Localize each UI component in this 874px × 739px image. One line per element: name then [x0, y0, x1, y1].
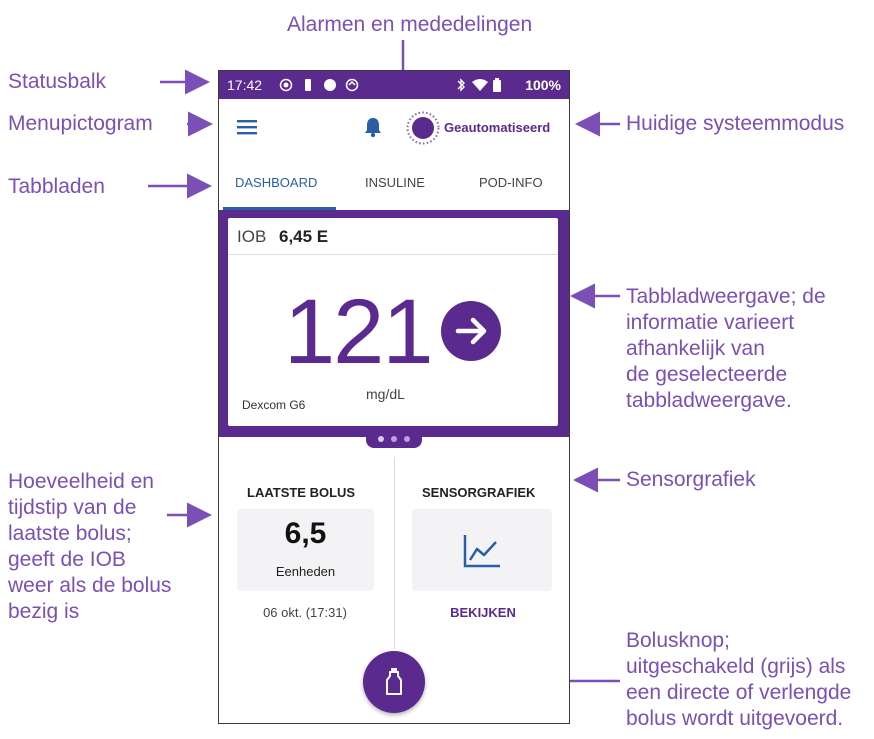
phone-screen: 17:42 100% Geautomatiseerd DASHBOARD INS… — [218, 70, 570, 724]
tab-dashboard[interactable]: DASHBOARD — [235, 175, 317, 190]
bolus-button[interactable] — [363, 651, 425, 713]
last-bolus-amount: 6,5 — [284, 517, 327, 550]
last-bolus-unit: Eenheden — [275, 564, 336, 579]
status-sync-icon — [345, 78, 359, 92]
wifi-icon — [472, 79, 488, 91]
page-dot-3 — [404, 436, 410, 442]
iob-row: IOB 6,45 E — [228, 218, 558, 255]
status-time: 17:42 — [227, 77, 263, 93]
annotation-menu-icon: Menupictogram — [8, 112, 153, 135]
annotation-tabs: Tabbladen — [8, 175, 105, 198]
bolus-icon — [386, 668, 402, 695]
status-app-icon — [279, 78, 293, 92]
status-bar: 17:42 100% — [219, 71, 569, 99]
annotation-alarms: Alarmen en mededelingen — [287, 13, 533, 36]
battery-icon — [493, 78, 501, 92]
page-dot-1 — [378, 436, 384, 442]
tab-bar: DASHBOARD INSULINE POD-INFO — [219, 157, 569, 209]
system-mode-label: Geautomatiseerd — [444, 120, 551, 135]
iob-label: IOB — [237, 227, 267, 246]
iob-value: 6,45 E — [279, 227, 329, 246]
sensor-graph-title: SENSORGRAFIEK — [422, 485, 536, 500]
annotation-statusbar: Statusbalk — [8, 70, 107, 93]
trend-arrow-right-icon — [441, 301, 501, 361]
last-bolus-box: 6,5 Eenheden — [237, 509, 374, 591]
bluetooth-icon — [457, 78, 465, 92]
glucose-value: 121 — [284, 281, 433, 383]
automated-mode-icon — [406, 111, 440, 145]
app-bar: Geautomatiseerd — [219, 99, 569, 158]
bell-icon[interactable] — [363, 116, 383, 138]
annotation-tab-view: Tabbladweergave; de informatie varieert … — [626, 285, 826, 412]
glucose-unit: mg/dL — [366, 386, 405, 402]
status-phone-icon — [305, 79, 311, 91]
last-bolus-time: 06 okt. (17:31) — [263, 605, 347, 620]
status-circle-icon — [324, 79, 336, 91]
tab-insuline[interactable]: INSULINE — [365, 175, 425, 190]
view-sensor-graph-link[interactable]: BEKIJKEN — [397, 605, 569, 620]
annotation-system-mode: Huidige systeemmodus — [626, 112, 845, 135]
annotation-last-bolus: Hoeveelheid en tijdstip van de laatste b… — [8, 470, 172, 623]
glucose-card[interactable]: IOB 6,45 E 121 mg/dL Dexcom G6 — [228, 218, 558, 426]
last-bolus-title: LAATSTE BOLUS — [247, 485, 356, 500]
tab-pod-info[interactable]: POD-INFO — [479, 175, 543, 190]
menu-icon[interactable] — [237, 118, 259, 136]
line-graph-icon — [463, 535, 500, 568]
battery-percent: 100% — [525, 77, 561, 93]
sensor-name: Dexcom G6 — [242, 398, 306, 412]
annotation-bolus-button: Bolusknop; uitgeschakeld (grijs) als een… — [626, 629, 852, 730]
annotation-sensor-graph: Sensorgrafiek — [626, 468, 756, 491]
sensor-graph-box[interactable] — [412, 509, 552, 591]
page-indicator — [366, 430, 422, 448]
dashboard-panel: IOB 6,45 E 121 mg/dL Dexcom G6 — [219, 210, 569, 437]
page-dot-2 — [391, 436, 397, 442]
panel-divider — [394, 457, 395, 649]
